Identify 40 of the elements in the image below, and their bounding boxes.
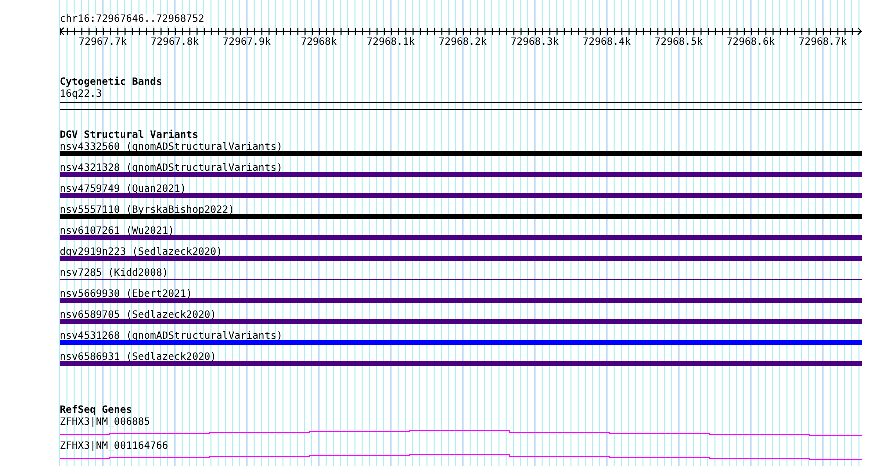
variant-label[interactable]: nsv5669930 (Ebert2021) xyxy=(60,289,192,298)
ruler-label: 72968.5k xyxy=(654,37,704,49)
variant-label[interactable]: nsv4321328 (gnomADStructuralVariants) xyxy=(60,163,283,172)
variant-bar[interactable] xyxy=(60,340,862,345)
variant-label[interactable]: nsv6589705 (Sedlazeck2020) xyxy=(60,310,217,319)
ruler-label: 72968.4k xyxy=(582,37,632,49)
variant-bar[interactable] xyxy=(60,319,862,324)
gene-label[interactable]: ZFHX3|NM_001164766 xyxy=(60,441,168,453)
variant-bar[interactable] xyxy=(60,151,862,156)
variant-bar[interactable] xyxy=(60,193,862,198)
gene-label[interactable]: ZFHX3|NM_006885 xyxy=(60,417,150,429)
variant-bar[interactable] xyxy=(60,298,862,303)
ruler-label: 72967.9k xyxy=(222,37,272,49)
ruler-label: 72967.7k xyxy=(78,37,128,49)
variant-label[interactable]: nsv5557110 (ByrskaBishop2022) xyxy=(60,205,235,214)
variant-bar[interactable] xyxy=(60,235,862,240)
variant-bar[interactable] xyxy=(60,256,862,261)
ruler-label: 72968.7k xyxy=(798,37,848,49)
variant-label[interactable]: nsv4332560 (gnomADStructuralVariants) xyxy=(60,142,283,151)
ruler-label: 72968k xyxy=(300,37,338,49)
band-label: 16q22.3 xyxy=(60,89,102,101)
variant-label[interactable]: nsv7285 (Kidd2008) xyxy=(60,268,168,277)
variant-label[interactable]: nsv4531268 (gnomADStructuralVariants) xyxy=(60,331,283,340)
ruler-label: 72967.8k xyxy=(150,37,200,49)
variant-label[interactable]: nsv6586931 (Sedlazeck2020) xyxy=(60,352,217,361)
variant-bar[interactable] xyxy=(60,172,862,177)
track-title: DGV Structural Variants xyxy=(60,130,198,142)
variant-label[interactable]: nsv6107261 (Wu2021) xyxy=(60,226,174,235)
variant-label[interactable]: dgv2919n223 (Sedlazeck2020) xyxy=(60,247,223,256)
track-title: Cytogenetic Bands xyxy=(60,77,162,89)
variant-bar[interactable] xyxy=(60,214,862,219)
variant-bar[interactable] xyxy=(60,361,862,366)
ruler-label: 72968.2k xyxy=(438,37,488,49)
variant-label[interactable]: nsv4759749 (Quan2021) xyxy=(60,184,186,193)
track-title: RefSeq Genes xyxy=(60,405,132,417)
ruler-label: 72968.3k xyxy=(510,37,560,49)
variant-line[interactable] xyxy=(60,279,862,280)
locus-label: chr16:72967646..72968752 xyxy=(60,14,204,26)
ruler-label: 72968.1k xyxy=(366,37,416,49)
ruler-label: 72968.6k xyxy=(726,37,776,49)
